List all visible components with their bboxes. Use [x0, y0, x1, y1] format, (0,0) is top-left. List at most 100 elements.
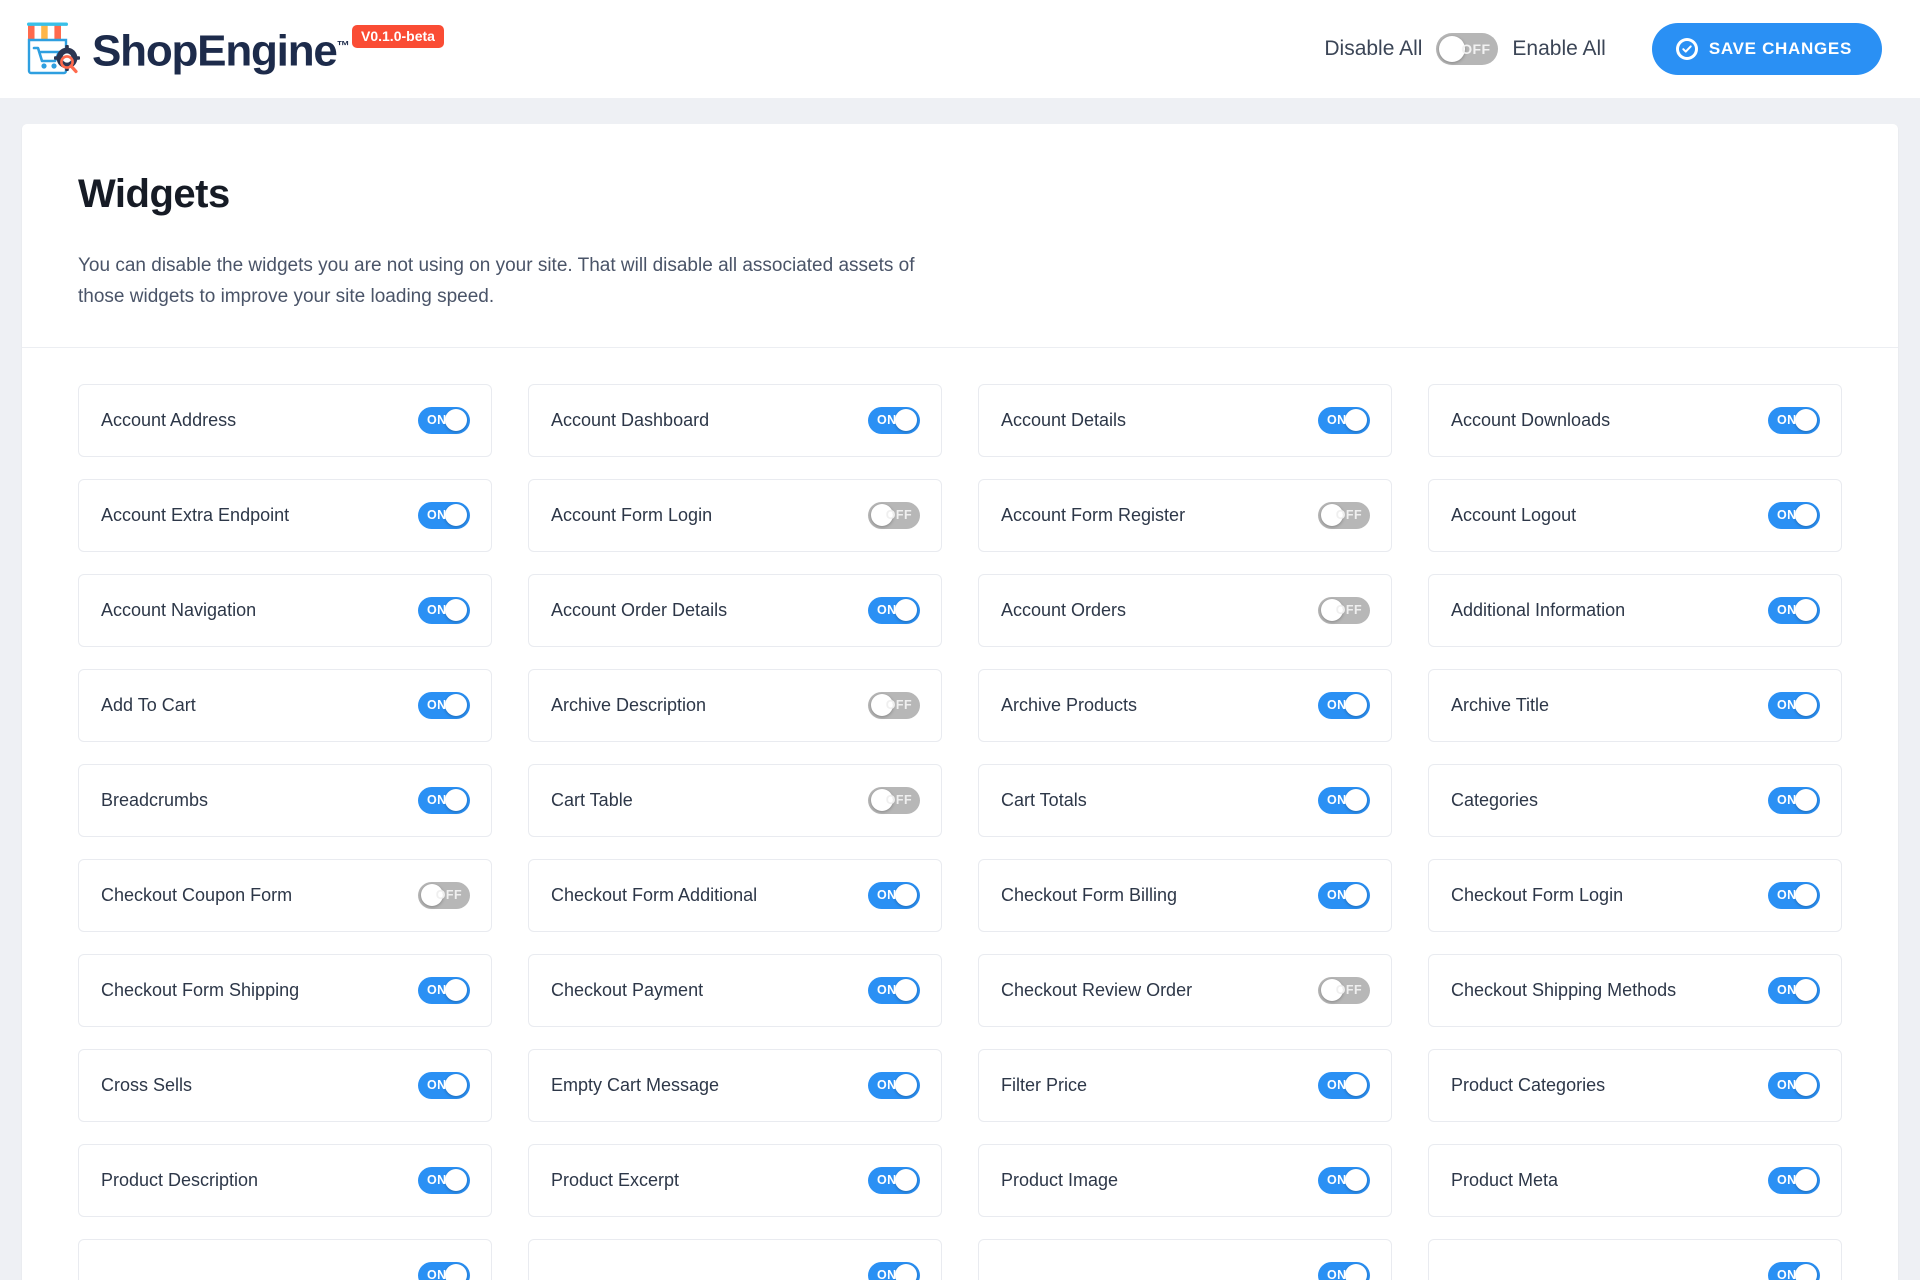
master-toggle[interactable]: OFF [1436, 33, 1498, 65]
widget-card-label: Checkout Coupon Form [101, 885, 292, 906]
widget-toggle-knob [445, 694, 467, 716]
widget-toggle[interactable]: ON [868, 407, 920, 434]
widget-toggle[interactable]: ON [868, 977, 920, 1004]
widget-card-label: Product Image [1001, 1170, 1118, 1191]
widget-card-label: Archive Products [1001, 695, 1137, 716]
widget-card: Cart TotalsON [978, 764, 1392, 837]
widget-toggle-state-text: ON [427, 983, 447, 997]
widget-toggle[interactable]: ON [418, 977, 470, 1004]
widget-toggle[interactable]: ON [418, 787, 470, 814]
widget-toggle-state-text: ON [1777, 793, 1797, 807]
widget-toggle[interactable]: ON [418, 1072, 470, 1099]
widget-toggle[interactable]: ON [418, 1262, 470, 1280]
widget-toggle[interactable]: ON [1768, 1072, 1820, 1099]
widget-card: Account AddressON [78, 384, 492, 457]
widget-toggle[interactable]: ON [418, 692, 470, 719]
widget-card-label: Archive Description [551, 695, 706, 716]
widget-toggle-state-text: ON [877, 413, 897, 427]
widget-toggle[interactable]: OFF [868, 787, 920, 814]
widget-card: Filter Price ON [978, 1049, 1392, 1122]
widget-toggle-state-text: ON [427, 1173, 447, 1187]
widget-toggle[interactable]: ON [868, 1262, 920, 1280]
widget-card-label: Checkout Form Shipping [101, 980, 299, 1001]
widget-card-label: Breadcrumbs [101, 790, 208, 811]
widget-card: Categories ON [1428, 764, 1842, 837]
widget-card-label: Checkout Form Additional [551, 885, 757, 906]
widget-card: Archive Title ON [1428, 669, 1842, 742]
widget-toggle[interactable]: OFF [868, 692, 920, 719]
widget-toggle-state-text: ON [1327, 888, 1347, 902]
widget-toggle[interactable]: ON [868, 882, 920, 909]
widget-toggle[interactable]: ON [868, 1167, 920, 1194]
widget-toggle[interactable]: ON [418, 1167, 470, 1194]
widget-card-label: Archive Title [1451, 695, 1549, 716]
widget-card: Archive Description OFF [528, 669, 942, 742]
widget-toggle[interactable]: ON [418, 407, 470, 434]
widget-toggle[interactable]: ON [1768, 692, 1820, 719]
widget-toggle-knob [445, 789, 467, 811]
widget-card: Checkout Form Additional ON [528, 859, 942, 932]
widget-toggle-state-text: ON [1777, 888, 1797, 902]
widget-toggle[interactable]: OFF [868, 502, 920, 529]
widget-toggle[interactable]: OFF [418, 882, 470, 909]
widget-toggle[interactable]: ON [1768, 502, 1820, 529]
widget-toggle[interactable]: ON [1768, 1167, 1820, 1194]
widget-card-label: Categories [1451, 790, 1538, 811]
shop-storefront-cart-gear-icon [22, 21, 84, 79]
widget-toggle[interactable]: ON [1768, 597, 1820, 624]
widget-toggle[interactable]: ON [418, 597, 470, 624]
widget-toggle-state-text: ON [1327, 1078, 1347, 1092]
widget-card: Account LogoutON [1428, 479, 1842, 552]
widget-toggle[interactable]: ON [1318, 1262, 1370, 1280]
widget-toggle[interactable]: ON [868, 597, 920, 624]
widget-toggle[interactable]: ON [1318, 882, 1370, 909]
widget-card-label: Account Extra Endpoint [101, 505, 289, 526]
brand-name: ShopEngine™ [92, 17, 348, 81]
widget-toggle[interactable]: ON [1318, 787, 1370, 814]
widget-toggle-state-text: ON [427, 413, 447, 427]
widget-toggle[interactable]: ON [1768, 787, 1820, 814]
widget-toggle-state-text: ON [877, 603, 897, 617]
widget-toggle[interactable]: ON [1768, 882, 1820, 909]
widget-toggle-state-text: ON [427, 603, 447, 617]
save-changes-button[interactable]: SAVE CHANGES [1652, 23, 1882, 75]
widget-toggle[interactable]: ON [1318, 407, 1370, 434]
widget-toggle-knob [895, 409, 917, 431]
header-controls: Disable All OFF Enable All SAVE CHANGES [1324, 23, 1882, 75]
trademark-symbol: ™ [337, 38, 349, 53]
widget-toggle[interactable]: ON [418, 502, 470, 529]
widget-toggle[interactable]: ON [1318, 1072, 1370, 1099]
widget-toggle-state-text: OFF [1336, 603, 1362, 617]
widget-toggle-knob [1795, 1074, 1817, 1096]
widget-toggle[interactable]: OFF [1318, 977, 1370, 1004]
widget-toggle-knob [1795, 1264, 1817, 1280]
widget-toggle[interactable]: ON [1318, 1167, 1370, 1194]
widget-card-label: Filter Price [1001, 1075, 1087, 1096]
widget-toggle-knob [1345, 789, 1367, 811]
widget-toggle[interactable]: ON [1768, 977, 1820, 1004]
widgets-grid: Account AddressON Account DashboardON Acco… [22, 348, 1898, 1280]
widget-card: Breadcrumbs ON [78, 764, 492, 837]
widget-toggle[interactable]: ON [1318, 692, 1370, 719]
widget-toggle-state-text: OFF [886, 698, 912, 712]
widget-toggle-state-text: ON [877, 1078, 897, 1092]
widget-toggle[interactable]: ON [1768, 407, 1820, 434]
widget-toggle[interactable]: OFF [1318, 502, 1370, 529]
widget-card-label: Account Navigation [101, 600, 256, 621]
page-body: Widgets You can disable the widgets you … [0, 98, 1920, 1280]
widget-card: Account DownloadsON [1428, 384, 1842, 457]
widget-toggle[interactable]: ON [1768, 1262, 1820, 1280]
widget-card: Checkout Form BillingON [978, 859, 1392, 932]
widget-card: Account DashboardON [528, 384, 942, 457]
widget-toggle[interactable]: ON [868, 1072, 920, 1099]
widget-toggle-state-text: ON [427, 1078, 447, 1092]
widget-toggle[interactable]: OFF [1318, 597, 1370, 624]
widget-toggle-knob [1795, 979, 1817, 1001]
widget-card-label: Add To Cart [101, 695, 196, 716]
widget-card: ON [528, 1239, 942, 1280]
widget-toggle-knob [895, 1264, 917, 1280]
widget-card-label: Account Form Login [551, 505, 712, 526]
widget-card-label: Account Orders [1001, 600, 1126, 621]
widget-toggle-knob [1795, 599, 1817, 621]
widget-toggle-knob [445, 1169, 467, 1191]
